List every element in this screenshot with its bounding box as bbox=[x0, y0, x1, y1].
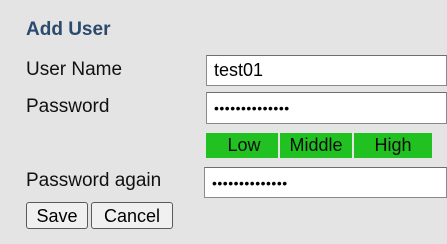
form-title: Add User bbox=[26, 19, 111, 40]
password-again-input[interactable] bbox=[204, 167, 447, 198]
username-label: User Name bbox=[26, 59, 123, 80]
password-label: Password bbox=[26, 96, 110, 117]
save-button[interactable]: Save bbox=[26, 202, 88, 229]
password-again-label: Password again bbox=[26, 170, 162, 191]
strength-middle: Middle bbox=[280, 133, 352, 158]
add-user-panel: Add User User Name Password Low Middle H… bbox=[0, 0, 447, 244]
password-input[interactable] bbox=[206, 92, 447, 124]
cancel-button[interactable]: Cancel bbox=[91, 202, 173, 229]
username-input[interactable] bbox=[206, 55, 447, 86]
strength-high: High bbox=[354, 133, 432, 158]
strength-low: Low bbox=[206, 133, 278, 158]
password-strength-meter: Low Middle High bbox=[206, 133, 432, 158]
